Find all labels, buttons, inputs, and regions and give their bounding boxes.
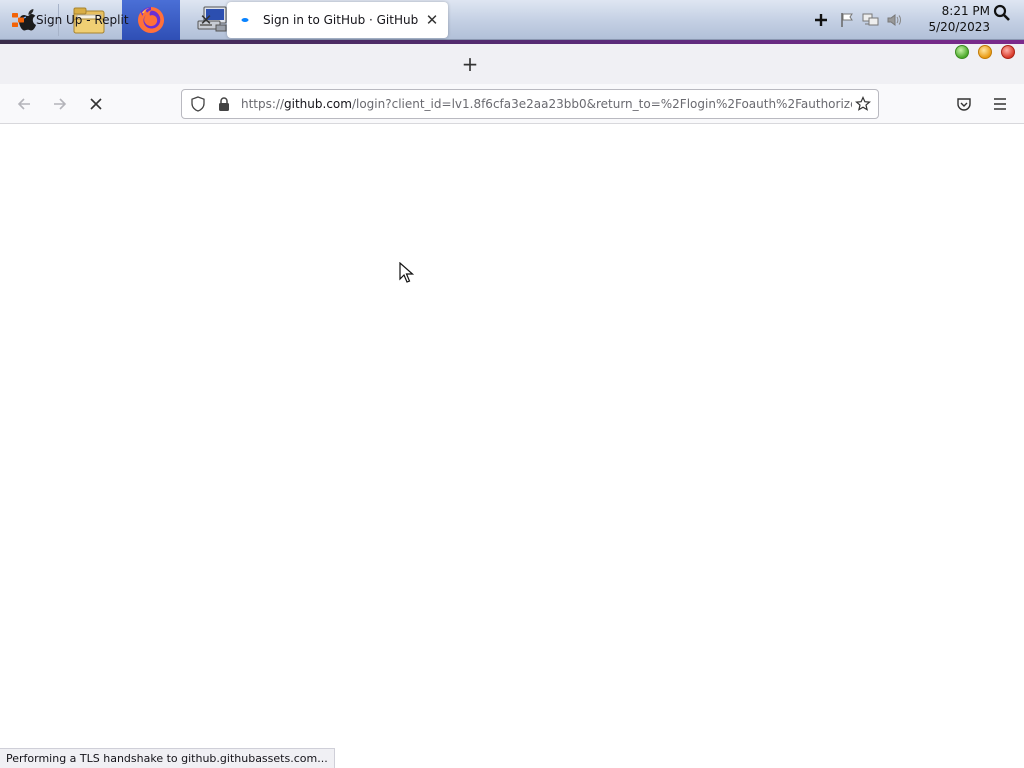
pocket-icon [957, 98, 971, 111]
loading-icon [237, 12, 253, 28]
system-clock[interactable]: 8:21 PM 5/20/2023 [920, 3, 990, 35]
volume-icon[interactable] [886, 11, 904, 29]
flag-icon[interactable] [838, 11, 856, 29]
page-content-area[interactable] [0, 125, 1024, 768]
window-minimize-button[interactable] [978, 45, 992, 59]
window-close-button[interactable] [1001, 45, 1015, 59]
shield-icon[interactable] [187, 93, 209, 115]
search-icon [993, 4, 1010, 21]
browser-tab-bar [0, 44, 1024, 84]
network-icon[interactable] [862, 11, 880, 29]
url-text[interactable]: https://github.com/login?client_id=lv1.8… [241, 97, 852, 111]
stop-loading-button[interactable] [84, 92, 108, 116]
system-tray [838, 0, 904, 40]
url-path: /login?client_id=lv1.8f6cfa3e2aa23bb0&re… [351, 97, 852, 111]
status-bar: Performing a TLS handshake to github.git… [0, 748, 335, 768]
clock-date: 5/20/2023 [928, 20, 990, 34]
clock-time: 8:21 PM [941, 4, 990, 18]
tab-title: Sign in to GitHub · GitHub [263, 13, 419, 27]
replit-icon [10, 12, 26, 28]
hamburger-menu-icon [994, 98, 1006, 110]
close-icon[interactable]: ✕ [196, 10, 216, 30]
mouse-cursor-icon [399, 262, 415, 283]
new-tab-button[interactable]: + [458, 52, 482, 76]
pocket-button[interactable] [952, 92, 976, 116]
browser-nav-bar: https://github.com/login?client_id=lv1.8… [0, 84, 1024, 124]
plus-icon: + [461, 52, 479, 76]
tab-title: Sign Up - Replit [36, 13, 129, 27]
tab-replit-signup[interactable]: Sign Up - Replit ✕ [0, 2, 222, 38]
arrow-left-icon [17, 98, 30, 110]
back-button[interactable] [12, 92, 36, 116]
taskbar-search-button[interactable] [993, 4, 1013, 24]
bookmark-star-icon[interactable] [852, 93, 874, 115]
url-scheme: https:// [241, 97, 285, 111]
stop-icon [90, 98, 102, 110]
url-host: github.com [284, 97, 352, 111]
arrow-right-icon [54, 98, 67, 110]
app-menu-button[interactable] [988, 92, 1012, 116]
add-icon [815, 14, 827, 26]
add-tray-button[interactable] [814, 0, 832, 40]
forward-button[interactable] [48, 92, 72, 116]
lock-icon[interactable] [213, 93, 235, 115]
window-maximize-button[interactable] [955, 45, 969, 59]
url-bar[interactable]: https://github.com/login?client_id=lv1.8… [181, 89, 879, 119]
close-icon[interactable]: ✕ [422, 10, 442, 30]
tab-github-signin[interactable]: Sign in to GitHub · GitHub ✕ [227, 2, 448, 38]
